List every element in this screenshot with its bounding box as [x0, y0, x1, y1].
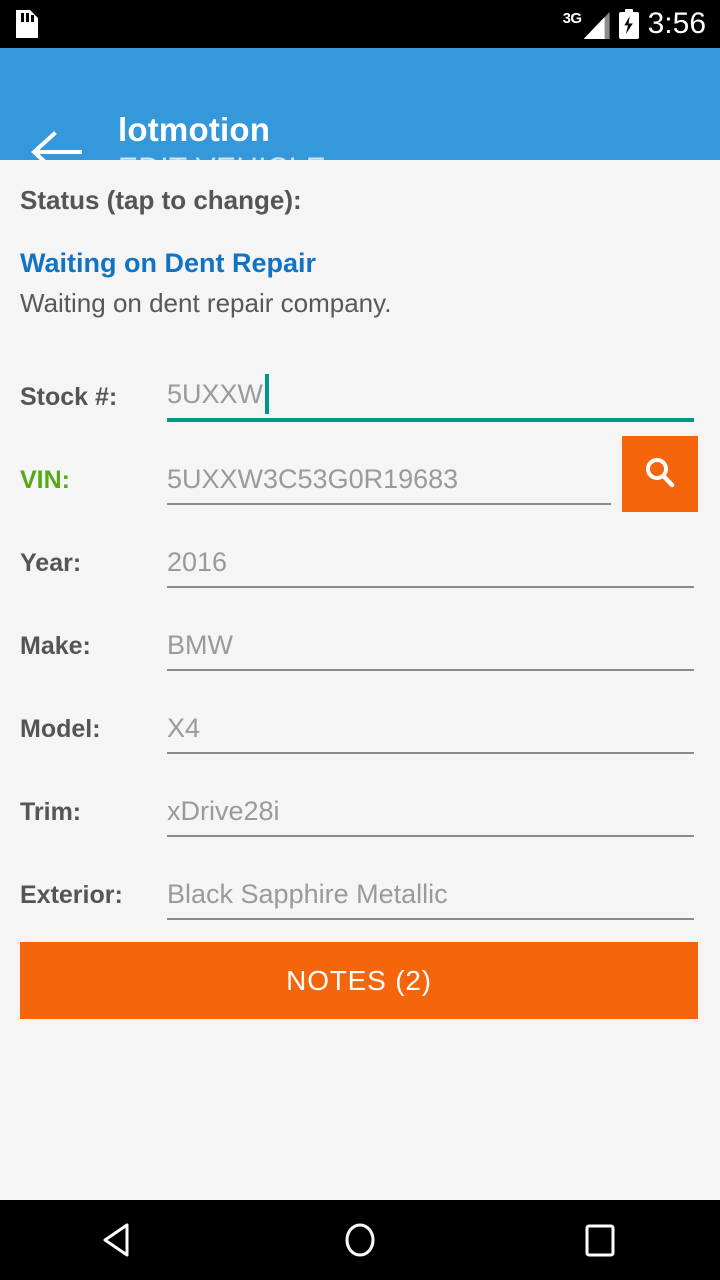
- nav-back-icon[interactable]: [60, 1200, 180, 1280]
- year-label: Year:: [20, 549, 82, 577]
- field-row-vin: VIN: 5UXXW3C53G0R19683: [0, 436, 720, 523]
- stock-input[interactable]: 5UXXW: [167, 374, 694, 422]
- vin-value: 5UXXW3C53G0R19683: [167, 464, 459, 494]
- status-label: Status (tap to change):: [20, 185, 302, 215]
- stock-label: Stock #:: [20, 383, 118, 411]
- exterior-value: Black Sapphire Metallic: [167, 879, 448, 909]
- content-area: Status (tap to change): Waiting on Dent …: [0, 160, 720, 1200]
- nav-home-icon[interactable]: [300, 1200, 420, 1280]
- stock-value: 5UXXW: [167, 379, 264, 409]
- status-bar: 3G 3:56: [0, 0, 720, 48]
- year-value: 2016: [167, 547, 228, 577]
- model-input[interactable]: X4: [167, 706, 694, 754]
- trim-input[interactable]: xDrive28i: [167, 789, 694, 837]
- vin-input[interactable]: 5UXXW3C53G0R19683: [167, 457, 611, 505]
- status-value[interactable]: Waiting on Dent Repair: [20, 246, 700, 280]
- status-bar-clock: 3:56: [647, 7, 706, 40]
- text-cursor: [265, 374, 269, 414]
- model-label: Model:: [20, 715, 101, 743]
- field-row-model: Model: X4: [0, 689, 720, 772]
- trim-value: xDrive28i: [167, 796, 280, 826]
- make-input[interactable]: BMW: [167, 623, 694, 671]
- exterior-input[interactable]: Black Sapphire Metallic: [167, 872, 694, 920]
- sd-card-icon: [16, 10, 38, 38]
- search-icon: [646, 457, 675, 487]
- make-label: Make:: [20, 632, 91, 660]
- field-row-trim: Trim: xDrive28i: [0, 772, 720, 855]
- field-row-year: Year: 2016: [0, 523, 720, 606]
- app-title: lotmotion: [118, 111, 271, 148]
- vehicle-form: Stock #: 5UXXW VIN: 5UXXW3C53G0R19683 Ye…: [0, 357, 720, 938]
- signal-icon: 3G: [563, 9, 610, 39]
- model-value: X4: [167, 713, 201, 743]
- trim-label: Trim:: [20, 798, 82, 826]
- battery-charging-icon: [618, 9, 639, 39]
- status-section[interactable]: Status (tap to change): Waiting on Dent …: [20, 184, 700, 320]
- make-value: BMW: [167, 630, 233, 660]
- nav-recents-icon[interactable]: [540, 1200, 660, 1280]
- network-type-label: 3G: [562, 10, 583, 27]
- android-navigation-bar: [0, 1200, 720, 1280]
- field-row-exterior: Exterior: Black Sapphire Metallic: [0, 855, 720, 938]
- app-bar: lotmotion EDIT VEHICLE: [0, 48, 720, 185]
- vin-search-button[interactable]: [622, 436, 698, 512]
- year-input[interactable]: 2016: [167, 540, 694, 588]
- field-row-make: Make: BMW: [0, 606, 720, 689]
- vin-label: VIN:: [20, 466, 70, 494]
- field-row-stock: Stock #: 5UXXW: [0, 357, 720, 440]
- exterior-label: Exterior:: [20, 881, 123, 909]
- status-description: Waiting on dent repair company.: [20, 288, 392, 318]
- notes-button[interactable]: NOTES (2): [20, 942, 698, 1019]
- app-screen: 3G 3:56 lotmotion EDIT VEHICLE: [0, 0, 720, 1280]
